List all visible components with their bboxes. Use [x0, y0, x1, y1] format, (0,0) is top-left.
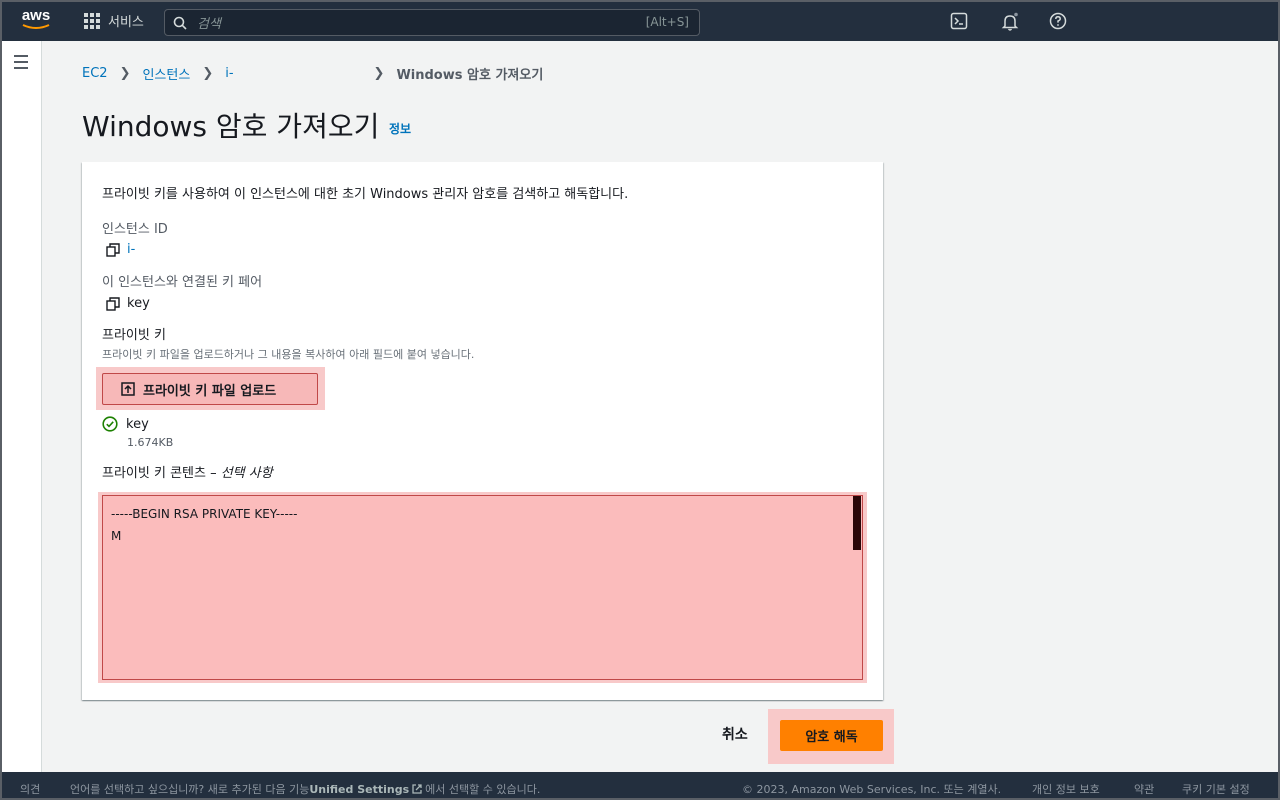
- terms-link[interactable]: 약관: [1134, 781, 1154, 797]
- optional-tag: 선택 사항: [220, 466, 273, 481]
- upload-icon: [121, 382, 135, 396]
- feedback-link[interactable]: 의견: [20, 781, 40, 797]
- cookie-preferences-link[interactable]: 쿠키 기본 설정: [1182, 781, 1250, 797]
- uploaded-file-name: key: [126, 416, 149, 432]
- chevron-right-icon: ❯: [373, 66, 385, 81]
- search-icon: [173, 16, 187, 30]
- language-prompt-text: 언어를 선택하고 싶으십니까? 새로 추가된 다음 기능: [70, 783, 310, 796]
- decrypt-password-button[interactable]: 암호 해독: [780, 720, 883, 751]
- help-icon[interactable]: [1049, 12, 1069, 32]
- breadcrumb-instance-id[interactable]: i-: [225, 66, 233, 81]
- contents-label-text: 프라이빗 키 콘텐츠 –: [102, 466, 217, 481]
- window-frame: aws 서비스 검색 [Alt+S] EC2 ❯ 인스턴스 ❯ i- ❯ Win…: [0, 0, 1280, 800]
- unified-settings-link[interactable]: Unified Settings: [309, 783, 409, 796]
- private-key-label: 프라이빗 키: [102, 328, 166, 343]
- side-navigation-rail: [2, 41, 42, 772]
- success-check-icon: [102, 416, 118, 432]
- get-password-panel: 프라이빗 키를 사용하여 이 인스턴스에 대한 초기 Windows 관리자 암…: [82, 162, 883, 700]
- aws-logo[interactable]: aws: [16, 8, 56, 36]
- search-placeholder: 검색: [197, 17, 221, 32]
- info-link[interactable]: 정보: [389, 120, 411, 137]
- uploaded-file: key: [102, 416, 149, 432]
- upload-private-key-button[interactable]: 프라이빗 키 파일 업로드: [102, 373, 318, 405]
- external-link-icon: [412, 784, 422, 794]
- bell-icon[interactable]: [1000, 12, 1020, 32]
- upload-button-label: 프라이빗 키 파일 업로드: [143, 383, 277, 399]
- chevron-right-icon: ❯: [119, 66, 131, 81]
- page-title: Windows 암호 가져오기: [82, 110, 380, 143]
- panel-description: 프라이빗 키를 사용하여 이 인스턴스에 대한 초기 Windows 관리자 암…: [102, 187, 629, 202]
- services-label: 서비스: [108, 15, 144, 30]
- key-pair-name: key: [127, 296, 150, 311]
- private-key-hint: 프라이빗 키 파일을 업로드하거나 그 내용을 복사하여 아래 필드에 붙여 넣…: [102, 348, 475, 361]
- copy-icon[interactable]: [106, 296, 120, 311]
- key-pair-label: 이 인스턴스와 연결된 키 페어: [102, 275, 263, 290]
- chevron-right-icon: ❯: [202, 66, 214, 81]
- privacy-link[interactable]: 개인 정보 보호: [1032, 781, 1100, 797]
- key-pair-value: key: [106, 296, 150, 311]
- cancel-button[interactable]: 취소: [722, 724, 748, 744]
- menu-icon[interactable]: [14, 55, 28, 73]
- copyright: © 2023, Amazon Web Services, Inc. 또는 계열사…: [742, 783, 1002, 796]
- private-key-contents-label: 프라이빗 키 콘텐츠 – 선택 사항: [102, 462, 273, 481]
- textarea-scrollbar[interactable]: [853, 496, 861, 550]
- top-navigation: aws 서비스 검색 [Alt+S]: [2, 2, 1278, 41]
- search-bar[interactable]: 검색 [Alt+S]: [164, 9, 700, 36]
- breadcrumb-current: Windows 암호 가져오기: [396, 68, 544, 83]
- aws-smile-icon: [22, 24, 50, 29]
- breadcrumb-ec2[interactable]: EC2: [82, 66, 108, 81]
- cloudshell-icon[interactable]: [950, 12, 970, 32]
- uploaded-file-size: 1.674KB: [127, 436, 174, 449]
- copy-icon[interactable]: [106, 242, 120, 257]
- breadcrumb-instances[interactable]: 인스턴스: [142, 64, 190, 83]
- grid-icon: [84, 12, 100, 29]
- instance-id-label: 인스턴스 ID: [102, 222, 168, 237]
- search-shortcut: [Alt+S]: [645, 15, 689, 29]
- language-prompt: 언어를 선택하고 싶으십니까? 새로 추가된 다음 기능Unified Sett…: [70, 781, 540, 797]
- instance-id-value: i-: [106, 242, 135, 257]
- language-suffix: 에서 선택할 수 있습니다.: [425, 783, 541, 796]
- private-key-contents-textarea[interactable]: -----BEGIN RSA PRIVATE KEY----- M: [102, 495, 863, 680]
- aws-logo-text: aws: [21, 7, 51, 24]
- footer-bar: 의견 언어를 선택하고 싶으십니까? 새로 추가된 다음 기능Unified S…: [2, 772, 1278, 798]
- breadcrumb: EC2 ❯ 인스턴스 ❯ i- ❯ Windows 암호 가져오기: [82, 64, 543, 83]
- services-menu[interactable]: 서비스: [84, 11, 144, 30]
- instance-id-link[interactable]: i-: [127, 242, 135, 257]
